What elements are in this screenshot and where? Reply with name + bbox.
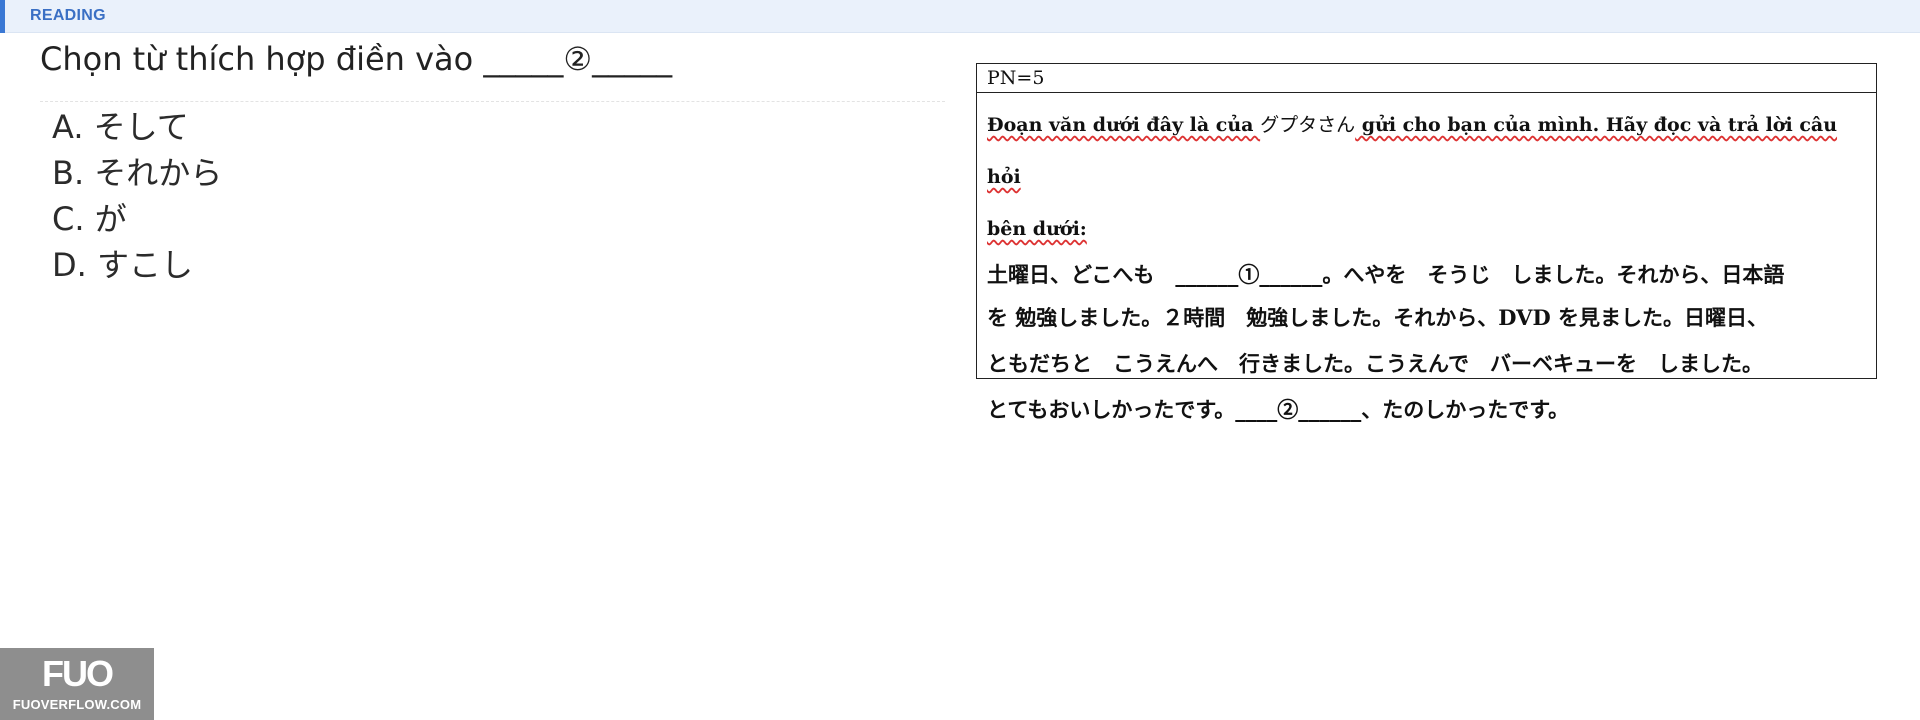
logo-mark: FUO: [42, 653, 114, 694]
question-prompt: Chọn từ thích hợp điền vào _____②_____: [40, 40, 673, 78]
instruction-part-3: bên dưới:: [987, 218, 1087, 240]
option-b[interactable]: B. それから: [52, 150, 222, 196]
instruction-name: グプタさん: [1260, 114, 1356, 136]
passage-line-1: 土曜日、どこへも ______①______。へやを そうじ しました。それから…: [987, 262, 1785, 287]
answer-options: A. そして B. それから C. が D. すこし: [52, 104, 222, 288]
option-a[interactable]: A. そして: [52, 104, 222, 150]
reading-passage-image: PN=5 Đoạn văn dưới đây là của グプタさん gửi …: [976, 63, 1877, 422]
fuoverflow-logo: FUO FUOVERFLOW.COM: [0, 648, 154, 720]
logo-site: FUOVERFLOW.COM: [12, 697, 142, 712]
passage-line-4: とてもおいしかったです。____②______、たのしかったです。: [987, 397, 1570, 422]
option-d[interactable]: D. すこし: [52, 242, 222, 288]
instruction-part-1: Đoạn văn dưới đây là của: [987, 114, 1261, 136]
passage-line-3: ともだちと こうえんへ 行きました。こうえんで バーベキューを しました。: [987, 351, 1763, 376]
passage-pn: PN=5: [977, 64, 1876, 93]
section-accent-bar: [0, 0, 5, 33]
section-header: READING: [0, 0, 1920, 33]
passage-instruction: Đoạn văn dưới đây là của グプタさん gửi cho b…: [977, 93, 1876, 255]
option-c[interactable]: C. が: [52, 196, 222, 242]
section-label: READING: [30, 7, 106, 24]
question-divider: [40, 101, 945, 102]
passage-line-2: を 勉強しました。２時間 勉強しました。それから、DVD を見ました。日曜日、: [987, 305, 1768, 330]
